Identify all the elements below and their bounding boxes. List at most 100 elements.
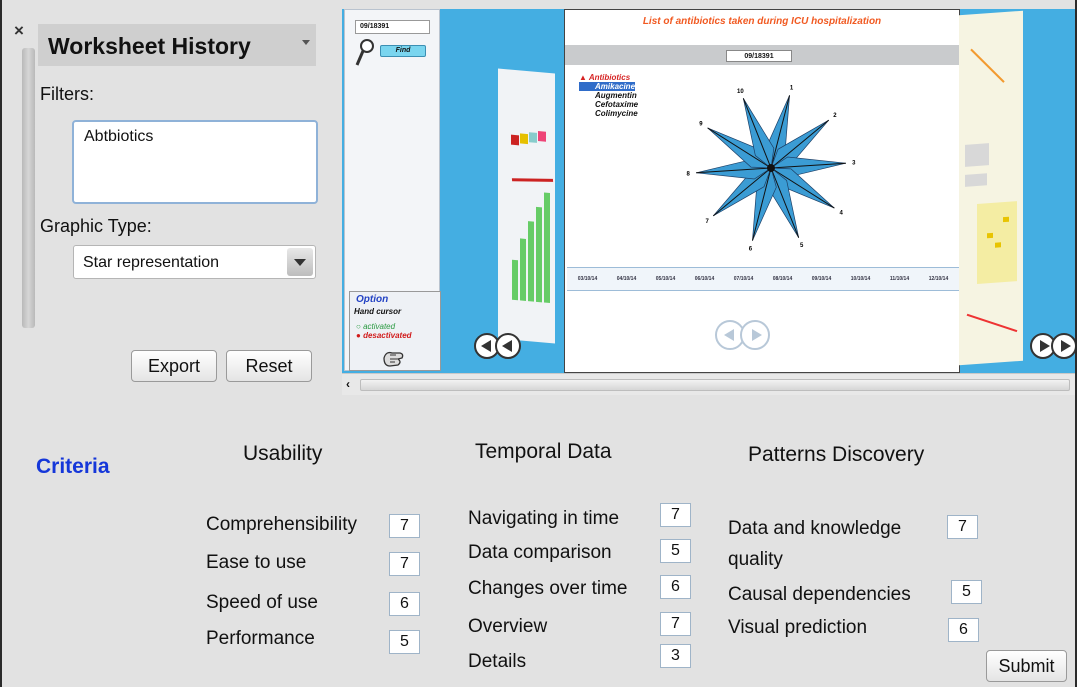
star-axis-label: 2 (833, 113, 837, 119)
previous-card[interactable] (498, 68, 555, 344)
find-button[interactable]: Find (380, 45, 426, 57)
option-title: Option (356, 294, 389, 305)
export-button[interactable]: Export (131, 350, 217, 382)
star-axis-label: 7 (705, 219, 709, 225)
score-input[interactable]: 3 (660, 644, 691, 668)
score-input[interactable]: 6 (660, 575, 691, 599)
activated-label: activated (363, 322, 396, 331)
score-input[interactable]: 5 (389, 630, 420, 654)
criterion-label: Performance (206, 628, 315, 649)
antibiotics-card: List of antibiotics taken during ICU hos… (564, 9, 960, 373)
patterns-discovery-title: Patterns Discovery (748, 443, 925, 466)
criterion-label: Ease to use (206, 552, 307, 573)
close-icon[interactable]: × (14, 22, 24, 39)
star-axis-label: 3 (852, 161, 856, 167)
usability-title: Usability (243, 442, 323, 465)
date-label[interactable]: 12/10/14 (920, 276, 957, 282)
reset-button[interactable]: Reset (226, 350, 312, 382)
temporal-data-title: Temporal Data (475, 440, 612, 463)
next-card[interactable] (959, 10, 1023, 366)
patient-id-field: 09/18391 (726, 50, 792, 62)
graphic-type-select[interactable]: Star representation (73, 245, 316, 279)
bar-chart-thumbnail (511, 131, 554, 304)
scroll-left-icon[interactable]: ‹ (346, 378, 350, 390)
panel-resize-handle[interactable] (22, 48, 35, 328)
star-axis-label: 6 (749, 246, 753, 252)
chevron-down-icon[interactable] (287, 248, 313, 276)
deactivated-label: desactivated (363, 331, 412, 340)
star-axis-label: 1 (790, 86, 794, 92)
next-date-icon[interactable] (740, 320, 770, 350)
star-axis-label: 9 (699, 122, 703, 128)
worksheet-history-panel: × Worksheet History Filters: Abtbiotics … (2, 0, 340, 395)
criterion-label: Changes over time (468, 578, 628, 599)
last-card-icon[interactable] (1051, 333, 1077, 359)
criterion-label: Speed of use (206, 592, 318, 613)
antibiotics-list: ▲ Antibiotics Amikacine Augmentin Cefota… (579, 73, 638, 118)
worksheet-history-title: Worksheet History (48, 33, 251, 59)
star-axis-label: 5 (800, 243, 804, 249)
criterion-label: Overview (468, 616, 548, 637)
score-input[interactable]: 7 (660, 503, 691, 527)
scrollbar-track[interactable] (360, 379, 1070, 391)
date-label[interactable]: 04/10/14 (608, 276, 645, 282)
score-input[interactable]: 5 (660, 539, 691, 563)
graphic-type-label: Graphic Type: (40, 216, 152, 236)
deactivated-radio[interactable]: ● desactivated (356, 331, 412, 340)
antibiotics-header[interactable]: ▲ Antibiotics (579, 73, 638, 82)
date-label[interactable]: 03/10/14 (569, 276, 606, 282)
submit-button[interactable]: Submit (986, 650, 1067, 682)
antibiotic-item[interactable]: Cefotaxime (579, 100, 638, 109)
score-input[interactable]: 6 (948, 618, 979, 642)
criterion-label: Data and knowledge (728, 518, 902, 539)
criterion-label: Navigating in time (468, 508, 620, 529)
date-label[interactable]: 07/10/14 (725, 276, 762, 282)
left-navigation (474, 333, 521, 364)
antibiotics-header-label: Antibiotics (588, 73, 631, 82)
criterion-label: Causal dependencies (728, 584, 911, 605)
date-label[interactable]: 08/10/14 (764, 276, 801, 282)
horizontal-scrollbar[interactable]: ‹ (342, 373, 1077, 395)
right-navigation (1030, 333, 1077, 364)
date-label[interactable]: 10/10/14 (842, 276, 879, 282)
criterion-label: Data comparison (468, 542, 612, 563)
score-input[interactable]: 6 (389, 592, 420, 616)
activated-radio[interactable]: ○ activated (356, 322, 395, 331)
antibiotic-item[interactable]: Amikacine (579, 82, 636, 91)
patient-search-input[interactable]: 09/18391 (355, 20, 430, 34)
filters-input[interactable]: Abtbiotics (72, 120, 318, 204)
card-title: List of antibiotics taken during ICU hos… (642, 16, 882, 27)
card-navigation (715, 320, 770, 355)
worksheet-history-header[interactable]: Worksheet History (38, 24, 316, 66)
dropdown-arrow-icon[interactable] (302, 40, 310, 45)
criterion-label: Visual prediction (728, 617, 868, 638)
graphic-type-value: Star representation (83, 254, 220, 271)
star-chart: 1 2 3 4 5 6 7 8 9 10 (686, 86, 856, 253)
star-center (767, 164, 775, 172)
antibiotic-item[interactable]: Colimycine (579, 109, 638, 118)
score-input[interactable]: 5 (951, 580, 982, 604)
date-label[interactable]: 06/10/14 (686, 276, 723, 282)
criterion-label: Details (468, 651, 527, 672)
cover-flow-viewer: 09/18391 Find Option Hand cursor ○ activ… (342, 9, 1077, 373)
search-panel: 09/18391 Find Option Hand cursor ○ activ… (344, 9, 441, 371)
date-list: 03/10/14 04/10/14 05/10/14 06/10/14 07/1… (569, 276, 957, 282)
criteria-label: Criteria (36, 455, 110, 478)
next-card-thumbnail (965, 48, 1018, 333)
previous-arrow-icon[interactable] (495, 333, 521, 359)
score-input[interactable]: 7 (947, 515, 978, 539)
score-input[interactable]: 7 (660, 612, 691, 636)
criterion-label: Comprehensibility (206, 514, 358, 535)
score-input[interactable]: 7 (389, 514, 420, 538)
date-label[interactable]: 05/10/14 (647, 276, 684, 282)
hand-cursor-icon (383, 351, 404, 367)
date-label[interactable]: 11/10/14 (881, 276, 918, 282)
antibiotic-item[interactable]: Augmentin (579, 91, 638, 100)
date-timeline: 03/10/14 04/10/14 05/10/14 06/10/14 07/1… (567, 267, 959, 291)
score-input[interactable]: 7 (389, 552, 420, 576)
date-label[interactable]: 09/10/14 (803, 276, 840, 282)
star-axis-label: 4 (839, 210, 843, 216)
option-panel: Option Hand cursor ○ activated ● desacti… (349, 291, 441, 371)
star-axis-label: 8 (686, 171, 690, 177)
filters-label: Filters: (40, 84, 94, 104)
